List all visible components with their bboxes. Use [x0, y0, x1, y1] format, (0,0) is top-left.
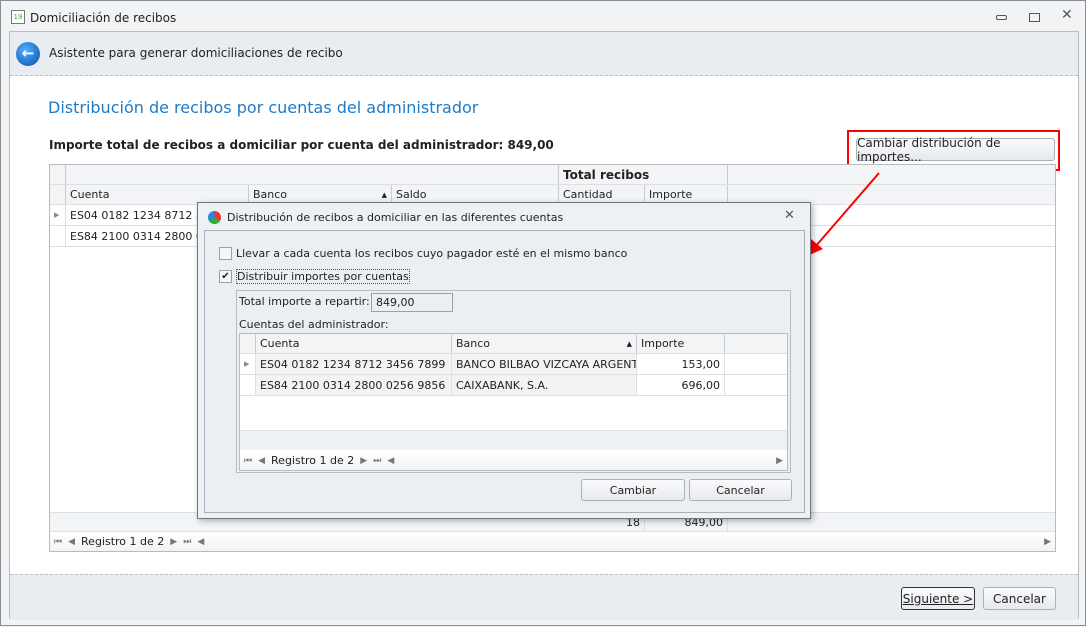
apply-button[interactable]: Cambiar	[581, 479, 685, 501]
next-record-icon[interactable]: ▶	[360, 456, 367, 466]
last-record-icon[interactable]: ⏭	[373, 456, 381, 466]
checkbox-checked-icon[interactable]: ✔	[219, 270, 232, 283]
grid-footer	[240, 430, 787, 450]
dialog-close-icon[interactable]: ✕	[784, 208, 795, 223]
distribution-group: Total importe a repartir: 849,00 Cuentas…	[236, 290, 791, 473]
cell-cuenta: ES84 2100 0314 2800 0256 9856	[256, 375, 452, 395]
dialog-cancel-button[interactable]: Cancelar	[689, 479, 792, 501]
cell-banco: BANCO BILBAO VIZCAYA ARGENT...	[452, 354, 637, 374]
accounts-label: Cuentas del administrador:	[239, 318, 389, 331]
scroll-right-icon[interactable]: ▶	[776, 456, 783, 466]
total-importe-field[interactable]: 849,00	[371, 293, 453, 312]
main-window: 19 Domiciliación de recibos ✕ ← Asistent…	[0, 0, 1086, 626]
row-indicator-icon: ▶	[240, 354, 256, 374]
cell-cuenta: ES04 0182 1234 8712 3456 7899	[256, 354, 452, 374]
dialog-title: Distribución de recibos a domiciliar en …	[227, 211, 564, 224]
same-bank-checkbox[interactable]: Llevar a cada cuenta los recibos cuyo pa…	[219, 247, 627, 260]
sort-asc-icon: ▲	[626, 339, 632, 348]
cell-banco: CAIXABANK, S.A.	[452, 375, 637, 395]
col-cuenta[interactable]: Cuenta	[256, 334, 452, 353]
col-importe[interactable]: Importe	[637, 334, 725, 353]
total-importe-label: Total importe a repartir:	[239, 295, 370, 308]
checkbox-unchecked-icon[interactable]	[219, 247, 232, 260]
first-record-icon[interactable]: ⏮	[244, 456, 252, 466]
col-banco-label: Banco	[456, 337, 491, 350]
distribute-checkbox[interactable]: ✔ Distribuir importes por cuentas	[219, 269, 410, 284]
scroll-left-icon[interactable]: ◀	[387, 456, 394, 466]
same-bank-label: Llevar a cada cuenta los recibos cuyo pa…	[236, 247, 628, 260]
dialog-body: Llevar a cada cuenta los recibos cuyo pa…	[204, 230, 805, 513]
record-counter: Registro 1 de 2	[271, 454, 355, 467]
cell-importe[interactable]: 153,00	[637, 354, 725, 374]
table-row[interactable]: ES84 2100 0314 2800 0256 9856 CAIXABANK,…	[240, 375, 787, 396]
distribution-dialog: Distribución de recibos a domiciliar en …	[197, 202, 811, 519]
col-banco[interactable]: Banco ▲	[452, 334, 637, 353]
grid-navigator: ⏮ ◀ Registro 1 de 2 ▶ ⏭ ◀ ▶	[240, 451, 787, 470]
dialog-accounts-grid[interactable]: Cuenta Banco ▲ Importe ▶ ES04 0182 1234 8…	[239, 333, 788, 471]
distribute-label: Distribuir importes por cuentas	[236, 269, 410, 284]
table-row[interactable]: ▶ ES04 0182 1234 8712 3456 7899 BANCO BI…	[240, 354, 787, 375]
prev-record-icon[interactable]: ◀	[258, 456, 265, 466]
cell-importe[interactable]: 696,00	[637, 375, 725, 395]
pie-chart-icon	[208, 211, 221, 224]
